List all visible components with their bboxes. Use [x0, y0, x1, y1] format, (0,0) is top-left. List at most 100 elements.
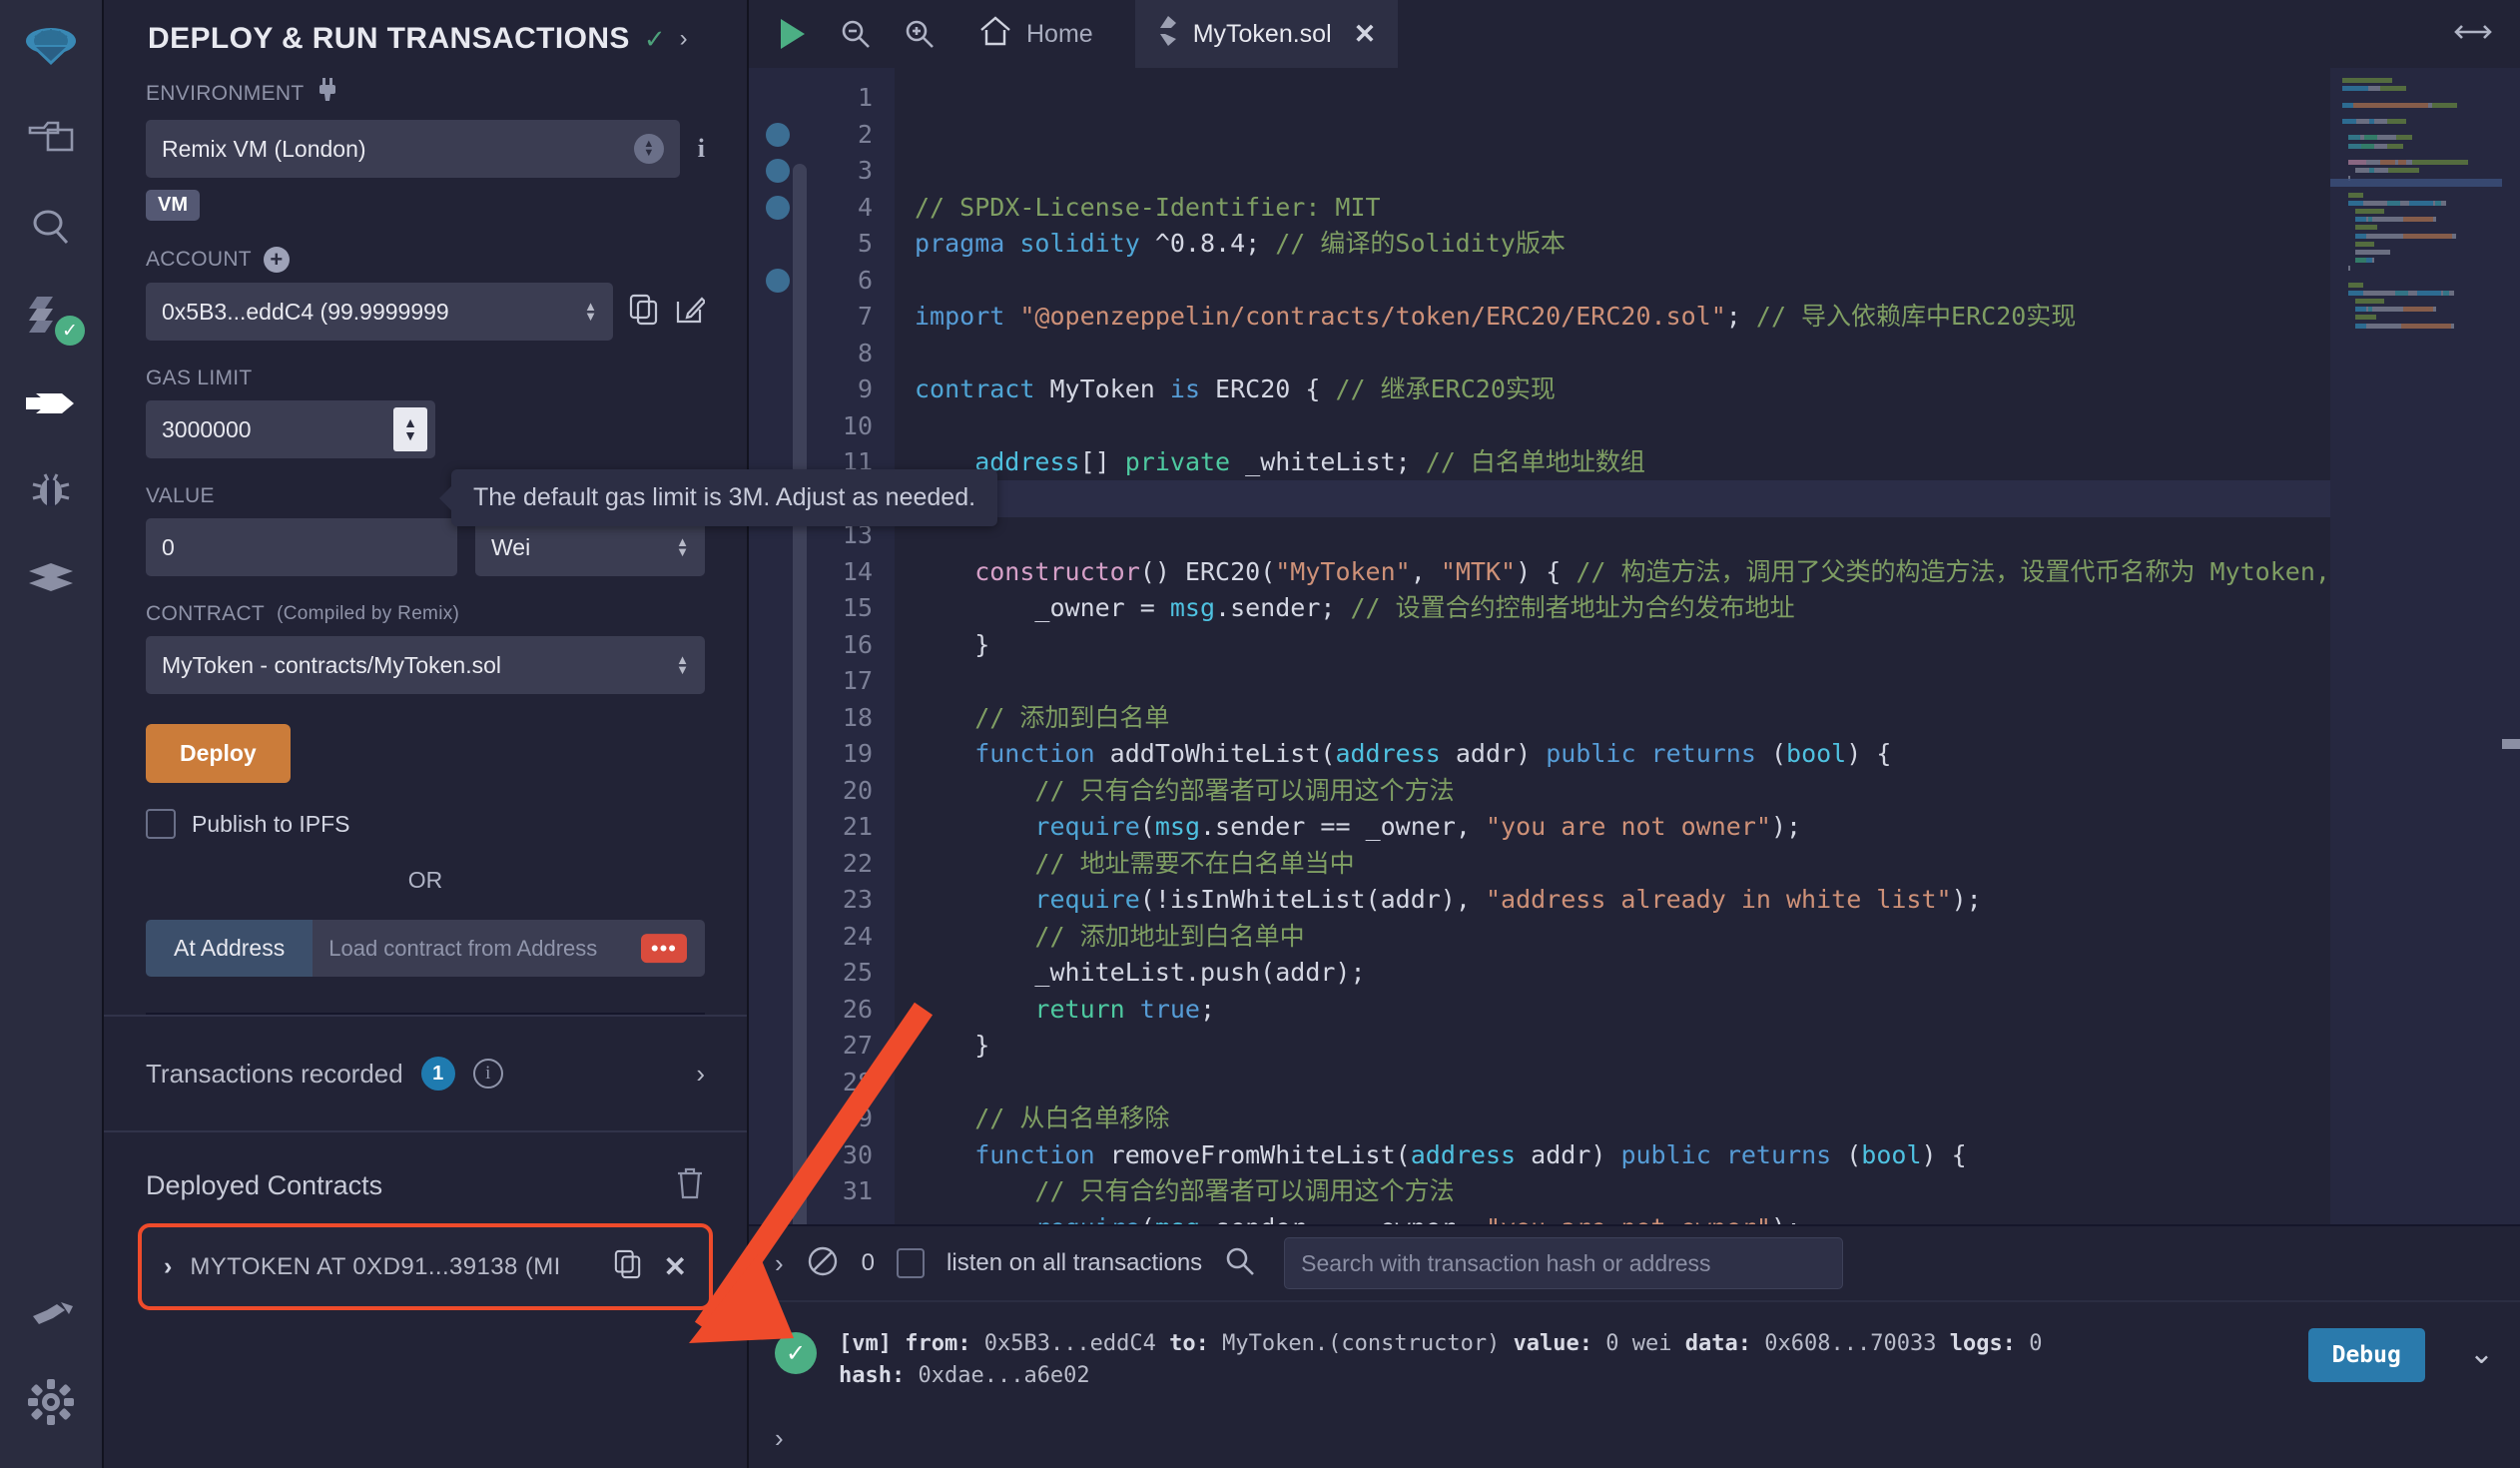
- terminal-search-placeholder: Search with transaction hash or address: [1301, 1249, 1711, 1276]
- line-number: 23: [842, 885, 873, 914]
- minimap-line: [2342, 258, 2508, 264]
- close-tab-icon[interactable]: ✕: [1354, 19, 1377, 50]
- listen-all-transactions-checkbox[interactable]: [897, 1248, 926, 1278]
- code-line: require(msg.sender == _owner, "you are n…: [915, 1210, 2520, 1225]
- transactions-recorded-row[interactable]: Transactions recorded 1 i ›: [104, 1015, 747, 1132]
- breakpoint-dot[interactable]: [766, 268, 790, 293]
- copy-contract-address-icon[interactable]: [614, 1249, 642, 1284]
- value-unit-select[interactable]: Wei ▲ ▼: [475, 518, 705, 576]
- code-line: // 只有合约部署者可以调用这个方法: [915, 775, 1455, 805]
- panel-body: ENVIRONMENT Remix VM (London) ▲ ▼ i VM A…: [104, 78, 747, 1015]
- minimap-line: [2342, 290, 2508, 296]
- debugger-icon[interactable]: [0, 447, 103, 535]
- debug-button[interactable]: Debug: [2307, 1328, 2425, 1382]
- code-minimap[interactable]: [2330, 68, 2520, 1224]
- contract-select[interactable]: MyToken - contracts/MyToken.sol ▲ ▼: [146, 636, 705, 694]
- terminal-toolbar: › 0 listen on all transactions Search wi…: [749, 1226, 2520, 1302]
- minimap-line: [2342, 118, 2508, 124]
- or-divider-label: OR: [407, 867, 443, 893]
- breakpoint-dot[interactable]: [766, 195, 790, 220]
- deployed-contract-item[interactable]: › MYTOKEN AT 0XD91...39138 (MI ✕: [138, 1223, 713, 1310]
- solidity-compiler-icon[interactable]: ✓: [0, 272, 103, 360]
- resize-horizontal-icon[interactable]: [2452, 20, 2494, 49]
- value-amount-input[interactable]: 0: [146, 518, 457, 576]
- expand-contract-chevron-icon[interactable]: ›: [164, 1252, 172, 1281]
- minimap-line: [2342, 315, 2508, 321]
- publish-ipfs-row[interactable]: Publish to IPFS: [146, 809, 705, 839]
- minimap-line: [2342, 135, 2508, 141]
- contract-label: CONTRACT (Compiled by Remix): [146, 602, 460, 625]
- remove-contract-icon[interactable]: ✕: [664, 1250, 687, 1283]
- code-line: // 添加到白名单: [915, 702, 1170, 732]
- expand-transaction-chevron-down-icon[interactable]: ⌄: [2469, 1336, 2494, 1371]
- line-number: 14: [842, 556, 873, 586]
- minimap-line: [2342, 233, 2508, 239]
- tab-mytoken-sol[interactable]: MyToken.sol ✕: [1134, 0, 1399, 68]
- transactions-expand-chevron-icon[interactable]: ›: [696, 1059, 705, 1090]
- line-number: 22: [842, 848, 873, 878]
- tab-home[interactable]: Home: [966, 15, 1105, 54]
- file-explorer-icon[interactable]: [0, 96, 103, 184]
- terminal-prompt[interactable]: ›: [775, 1423, 784, 1454]
- environment-select[interactable]: Remix VM (London) ▲ ▼: [146, 120, 680, 178]
- settings-gear-icon[interactable]: [0, 1358, 103, 1446]
- gas-limit-stepper[interactable]: ▲ ▼: [393, 407, 427, 451]
- terminal-search-icon[interactable]: [1224, 1245, 1256, 1282]
- tx-to-label: to:: [1169, 1331, 1209, 1356]
- at-address-input[interactable]: Load contract from Address •••: [313, 920, 705, 977]
- panel-expand-chevron-icon[interactable]: ›: [680, 25, 688, 53]
- transactions-recorded-count: 1: [420, 1057, 455, 1091]
- code-content[interactable]: // SPDX-License-Identifier: MIT pragma so…: [895, 68, 2520, 1224]
- breakpoint-dot[interactable]: [766, 159, 790, 183]
- minimap-scrollbar[interactable]: [2502, 68, 2520, 1224]
- line-number: 5: [857, 229, 873, 258]
- edit-account-icon[interactable]: [675, 294, 707, 331]
- remix-logo-icon[interactable]: [0, 8, 103, 96]
- publish-ipfs-checkbox[interactable]: [146, 809, 176, 839]
- plugin-plug-icon[interactable]: [0, 1270, 103, 1358]
- zoom-in-icon[interactable]: [903, 17, 937, 51]
- minimap-line: [2342, 192, 2508, 198]
- copy-account-icon[interactable]: [629, 294, 659, 331]
- deploy-run-icon[interactable]: [0, 360, 103, 447]
- page-title: DEPLOY & RUN TRANSACTIONS: [148, 22, 630, 55]
- clear-deployed-contracts-trash-icon[interactable]: [675, 1166, 705, 1205]
- minimap-thumb[interactable]: [2502, 739, 2520, 749]
- gas-limit-label: GAS LIMIT: [146, 367, 253, 389]
- breakpoint-dot[interactable]: [766, 122, 790, 147]
- terminal-search-input[interactable]: Search with transaction hash or address: [1284, 1237, 1844, 1289]
- deploy-button[interactable]: Deploy: [146, 724, 291, 783]
- terminal-panel: › 0 listen on all transactions Search wi…: [749, 1224, 2520, 1468]
- plugin-manager-check-icon[interactable]: [0, 535, 103, 623]
- minimap-line: [2342, 102, 2508, 108]
- search-icon[interactable]: [0, 184, 103, 272]
- minimap-line: [2342, 168, 2508, 174]
- clear-console-icon[interactable]: [806, 1244, 840, 1283]
- account-select[interactable]: 0x5B3...eddC4 (99.9999999 ▲ ▼: [146, 283, 613, 341]
- gas-limit-input[interactable]: 3000000 ▲ ▼: [146, 400, 435, 458]
- line-number: 10: [842, 410, 873, 440]
- at-address-button[interactable]: At Address: [146, 920, 314, 977]
- environment-info-icon[interactable]: i: [698, 134, 705, 164]
- code-line: }: [915, 629, 990, 659]
- line-number: 4: [857, 192, 873, 222]
- code-line: require(msg.sender == _owner, "you are n…: [915, 812, 1802, 841]
- add-account-icon[interactable]: +: [263, 247, 290, 273]
- compiler-success-badge: ✓: [55, 316, 85, 346]
- panel-header: DEPLOY & RUN TRANSACTIONS ✓ ›: [104, 0, 747, 78]
- zoom-out-icon[interactable]: [839, 17, 873, 51]
- transaction-success-icon: ✓: [775, 1332, 817, 1374]
- minimap-line: [2342, 152, 2508, 157]
- transaction-log-entry[interactable]: ✓ [vm] from: 0x5B3...eddC4 to: MyToken.(…: [775, 1328, 2494, 1392]
- line-number: 21: [842, 812, 873, 841]
- breakpoint-gutter[interactable]: [749, 68, 807, 1224]
- run-script-icon[interactable]: [775, 16, 809, 52]
- transactions-info-icon[interactable]: i: [472, 1059, 503, 1089]
- listen-all-transactions-label: listen on all transactions: [946, 1249, 1203, 1276]
- terminal-collapse-chevron-icon[interactable]: ›: [775, 1248, 784, 1279]
- minimap-line: [2342, 111, 2508, 116]
- minimap-line: [2342, 282, 2508, 288]
- code-line: pragma solidity ^0.8.4; // 编译的Solidity版本: [915, 229, 1566, 258]
- editor-vertical-scrollbar[interactable]: [793, 164, 807, 1224]
